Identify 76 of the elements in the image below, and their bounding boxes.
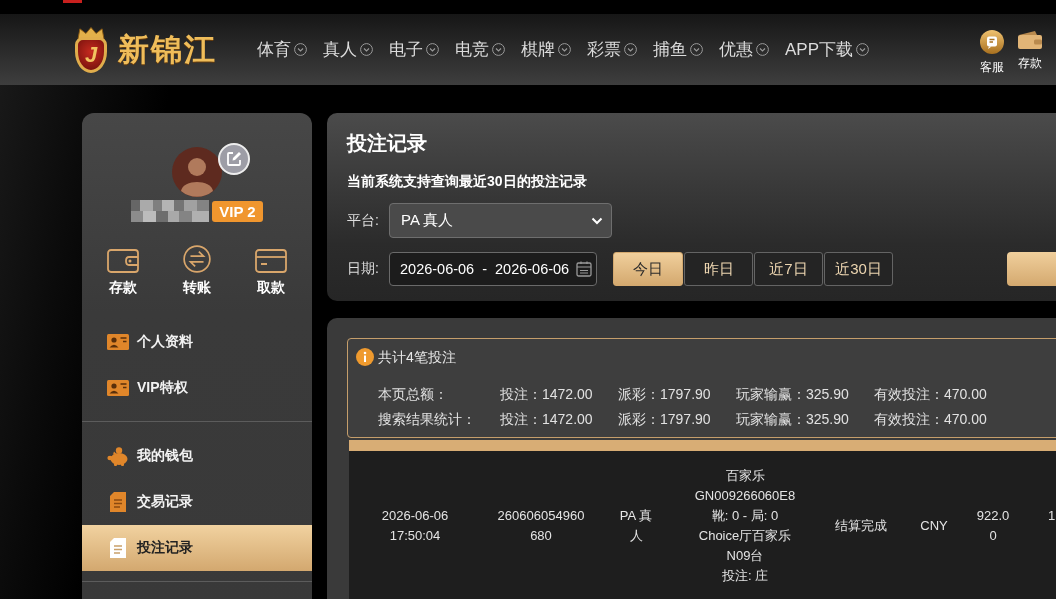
totals-value: 投注：1472.00 [500,410,594,429]
query-note: 当前系统支持查询最近30日的投注记录 [347,172,588,191]
platform-select[interactable]: PA 真人 [389,203,612,238]
chevron-icon [856,43,870,56]
table-cell: PA 真人 [601,451,671,599]
field-label: 日期: [347,260,380,278]
quick-link[interactable]: 存款 [1011,29,1049,76]
logo-shield: J [75,36,107,73]
action-link[interactable]: 取款 [234,245,308,300]
totals-value: 投注：1472.00 [500,385,594,404]
nav-link[interactable]: 真人 [323,38,373,61]
chevron-icon [756,43,769,56]
id-card-icon [107,334,129,350]
card-icon [255,249,287,273]
totals-value: 有效投注：470.00 [874,410,987,429]
chevron-icon [624,43,637,56]
menu-item[interactable]: 我的钱包 [82,433,312,479]
date-range-button[interactable]: 近30日 [824,252,893,286]
chevron-icon [591,216,603,225]
calendar-icon [576,261,592,277]
menu-item[interactable]: 投注记录 [82,525,312,571]
wallet-icon [1017,29,1043,50]
table-cell: 百家乐 GN009266060E8 靴: 0 - 局: 0 Choice厅百家乐 N09台 投注: 庄 [671,451,819,599]
nav-link[interactable]: 电竞 [455,38,505,61]
nav-link[interactable]: 体育 [257,38,307,61]
transfer-icon [182,245,212,273]
document-icon [110,492,126,512]
table-cell: 260606054960680 [481,451,601,599]
totals-label: 本页总额： [378,385,449,404]
table-cell: CNY [903,451,965,599]
menu-item[interactable]: VIP特权 [82,365,312,411]
field-label: 平台: [347,211,380,230]
date-range-button[interactable]: 近7日 [754,252,823,286]
table-cell: 922.00 [965,451,1021,599]
nav-link[interactable]: 捕鱼 [653,38,703,61]
document-icon [110,538,126,558]
nav-link[interactable]: 彩票 [587,38,637,61]
menu-item[interactable]: 个人资料 [82,319,312,365]
totals-label: 搜索结果统计： [378,410,477,429]
chevron-icon [360,43,373,56]
action-link[interactable]: 存款 [86,245,160,300]
wallet-icon [107,249,139,273]
table-cell: 2026-06-06 17:50:04 [349,451,481,599]
avatar [172,147,222,197]
vip-badge: VIP 2 [212,200,263,222]
nav-link[interactable]: 棋牌 [521,38,571,61]
totals-value: 有效投注：470.00 [874,385,987,404]
action-link[interactable]: 转账 [160,245,234,300]
totals-value: 玩家输赢：325.90 [736,410,850,429]
nav-link[interactable]: APP下载 [785,38,870,61]
logo-text: 新锦江 [118,30,217,69]
totals-value: 玩家输赢：325.90 [736,385,850,404]
nav-link[interactable]: 优惠 [719,38,769,61]
table-cell: 结算完成 [819,451,903,599]
info-icon [356,348,374,366]
date-range-button[interactable]: 今日 [613,252,683,286]
quick-link[interactable]: 客服 [973,29,1011,76]
date-range-field[interactable]: 2026-06-06 - 2026-06-06 [389,252,597,286]
crown-icon [77,26,105,39]
chevron-icon [294,43,307,56]
result-count: 共计4笔投注 [378,348,456,367]
id-card-icon [107,380,129,396]
menu-item[interactable]: 交易记录 [82,479,312,525]
nav-link[interactable]: 电子 [389,38,439,61]
chevron-icon [558,43,571,56]
piggy-bank-icon [107,446,129,466]
date-range-button[interactable]: 昨日 [684,252,753,286]
chevron-icon [426,43,439,56]
chat-icon [980,29,1004,54]
chevron-icon [690,43,703,56]
page-title: 投注记录 [347,131,428,155]
totals-value: 派彩：1797.90 [618,410,712,429]
chevron-icon [492,43,505,56]
edit-icon[interactable] [218,143,250,175]
totals-value: 派彩：1797.90 [618,385,712,404]
table-cell: 1 [1021,451,1056,599]
